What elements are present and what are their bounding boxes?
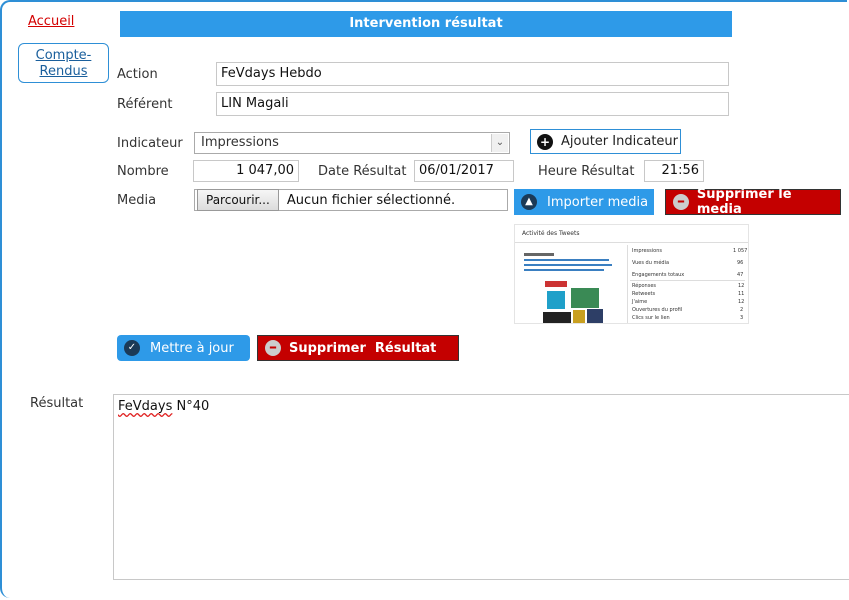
stat-label: Retweets [632,291,656,297]
stat-value: 12 [738,283,745,289]
heure-field[interactable]: 21:56 [644,160,704,182]
media-label: Media [117,193,157,208]
action-label: Action [117,67,158,82]
referent-field[interactable]: LIN Magali [216,92,729,116]
delete-media-label: Supprimer le media [696,187,792,217]
check-icon: ✓ [124,340,140,356]
thumbnail-title: Activité des Tweets [522,230,580,237]
action-field[interactable]: FeVdays Hebdo [216,62,729,86]
minus-icon: – [673,193,689,210]
file-status-text: Aucun fichier sélectionné. [286,192,456,208]
home-link[interactable]: Accueil [28,14,74,29]
thumbnail-image [571,288,599,308]
result-text-rest: N°40 [172,399,210,414]
browse-button[interactable]: Parcourir... [197,189,279,211]
delete-result-button[interactable]: – Supprimer Résultat [257,335,459,361]
reports-button[interactable]: Compte- Rendus [18,43,109,83]
thumbnail-image [547,291,565,309]
page-title: Intervention résultat [120,11,732,37]
update-label: Mettre à jour [150,340,234,356]
date-label: Date Résultat [318,164,407,179]
update-button[interactable]: ✓ Mettre à jour [117,335,250,361]
thumbnail-image [573,310,585,323]
thumbnail-tweet-line [524,269,604,271]
reports-label-line2: Rendus [39,64,88,79]
stat-label: Engagements totaux [632,272,685,278]
indicateur-label: Indicateur [117,136,183,151]
chevron-up-icon: ▲ [521,194,537,210]
thumbnail-image [543,312,571,323]
thumbnail-tweet-line [524,259,609,261]
media-file-input[interactable]: Parcourir... Aucun fichier sélectionné. [194,189,508,211]
thumbnail-image [587,309,603,323]
thumbnail-divider [630,280,745,281]
thumbnail-divider [627,245,628,323]
indicateur-select[interactable]: Impressions ⌄ [194,132,510,154]
stat-value: 11 [738,291,745,297]
stat-label: Vues du média [632,260,670,266]
plus-icon: + [537,133,553,150]
media-thumbnail[interactable]: Activité des Tweets Impressions 1 057 Vu… [514,224,749,324]
add-indicator-label: Ajouter Indicateur [561,134,678,149]
thumbnail-image [545,281,567,287]
date-field[interactable]: 06/01/2017 [414,160,514,182]
result-textarea[interactable]: FeVdays N°40 [113,394,849,580]
delete-result-label: Supprimer Résultat [289,340,437,356]
import-media-label: Importer media [547,194,649,210]
stat-label: Ouvertures du profil [632,307,683,313]
stat-value: 96 [737,260,744,266]
result-label: Résultat [30,396,84,411]
stat-label: Réponses [632,283,657,289]
nombre-label: Nombre [117,164,169,179]
thumbnail-divider [515,242,748,243]
import-media-button[interactable]: ▲ Importer media [514,189,654,215]
stat-value: 1 057 [733,248,748,254]
reports-label-line1: Compte- [35,48,92,63]
thumbnail-tweet-author [524,253,554,256]
referent-label: Référent [117,97,173,112]
stat-label: Clics sur le lien [632,315,670,321]
minus-icon: – [265,339,281,356]
delete-media-button[interactable]: – Supprimer le media [665,187,841,217]
indicateur-selected-value: Impressions [201,135,279,150]
thumbnail-tweet-line [524,264,612,266]
stat-label: J'aime [632,299,648,305]
stat-label: Impressions [632,248,662,254]
stat-value: 47 [737,272,744,278]
nombre-field[interactable]: 1 047,00 [193,160,299,182]
stat-value: 2 [740,307,744,313]
chevron-down-icon: ⌄ [491,134,508,152]
stat-value: 12 [738,299,745,305]
result-text-word: FeVdays [118,399,173,414]
add-indicator-button[interactable]: + Ajouter Indicateur [530,129,681,154]
stat-value: 3 [740,315,744,321]
heure-label: Heure Résultat [538,164,635,179]
